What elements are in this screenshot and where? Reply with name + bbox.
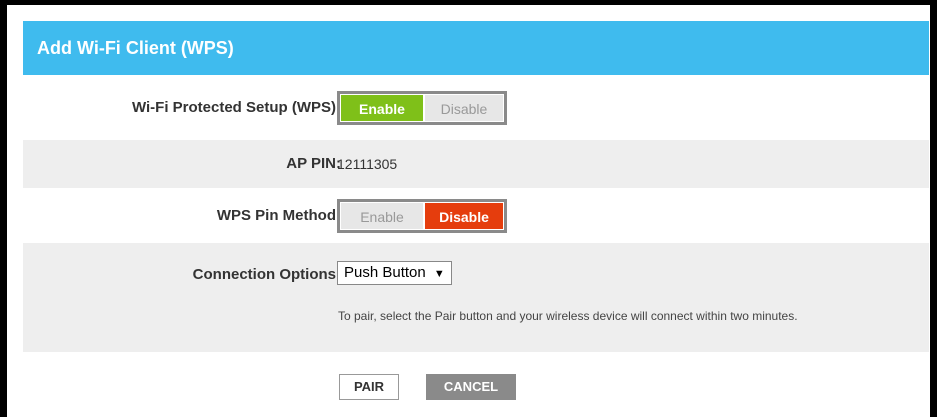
- pin-method-toggle: Enable Disable: [337, 199, 507, 233]
- window-frame-right: [930, 0, 937, 417]
- window-frame-left: [0, 0, 7, 417]
- wps-setting-row: Wi-Fi Protected Setup (WPS): Enable Disa…: [23, 75, 929, 140]
- pin-method-enable-button[interactable]: Enable: [340, 202, 424, 230]
- connection-options-value: Push Button: [344, 264, 426, 281]
- ap-pin-value: 12111305: [337, 156, 398, 172]
- actions-row: PAIR CANCEL: [23, 352, 929, 417]
- wps-label: Wi-Fi Protected Setup (WPS):: [131, 99, 341, 116]
- ap-pin-label: AP PIN:: [286, 155, 341, 172]
- wps-settings-panel: Add Wi-Fi Client (WPS) Wi-Fi Protected S…: [7, 5, 930, 417]
- ap-pin-row: AP PIN: 12111305: [23, 140, 929, 188]
- pin-method-disable-button[interactable]: Disable: [424, 202, 504, 230]
- pin-method-row: WPS Pin Method: Enable Disable: [23, 188, 929, 243]
- connection-hint: To pair, select the Pair button and your…: [338, 309, 798, 323]
- panel-title: Add Wi-Fi Client (WPS): [23, 21, 929, 75]
- connection-options-row: Connection Options: Push Button ▼ To pai…: [23, 243, 929, 352]
- pair-button[interactable]: PAIR: [339, 374, 399, 400]
- wps-enable-button[interactable]: Enable: [340, 94, 424, 122]
- cancel-button[interactable]: CANCEL: [426, 374, 516, 400]
- wps-disable-button[interactable]: Disable: [424, 94, 504, 122]
- connection-options-label: Connection Options:: [192, 266, 341, 283]
- chevron-down-icon: ▼: [433, 268, 445, 280]
- pin-method-label: WPS Pin Method:: [216, 207, 341, 224]
- wps-toggle: Enable Disable: [337, 91, 507, 125]
- connection-options-select[interactable]: Push Button ▼: [337, 261, 452, 285]
